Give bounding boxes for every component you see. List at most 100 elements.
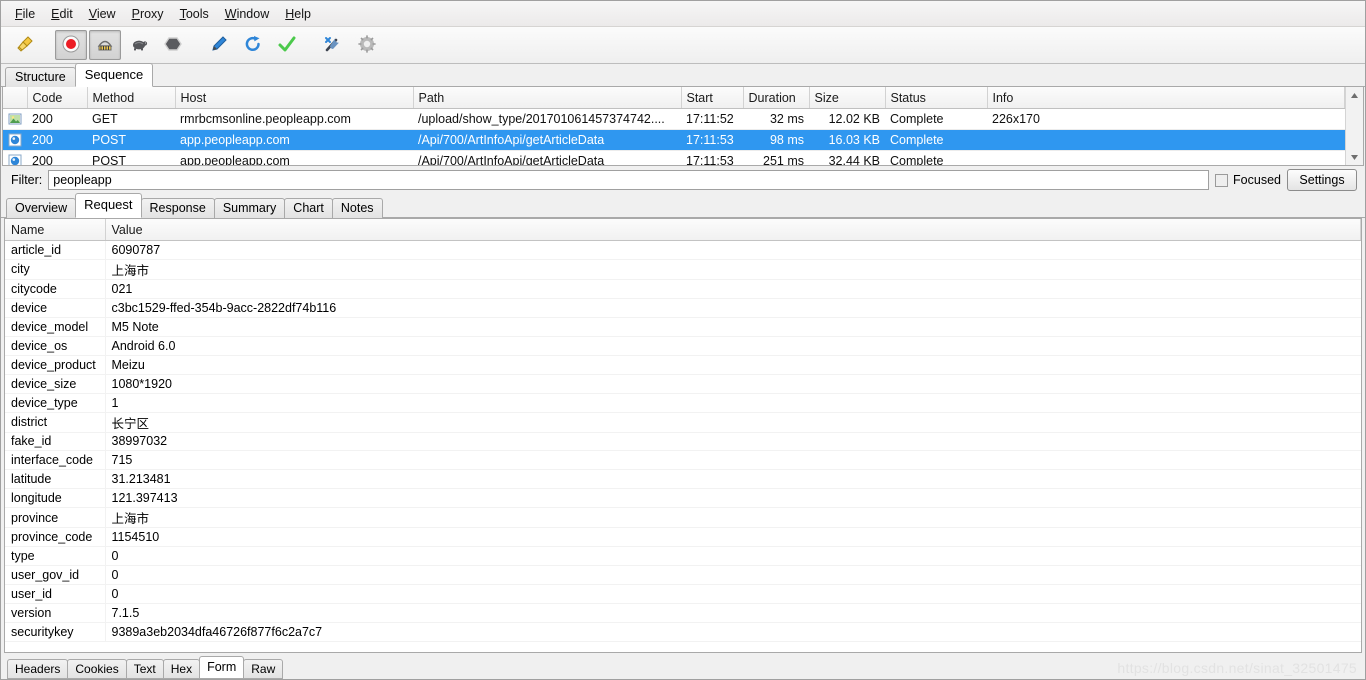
form-cell-name: district	[5, 412, 106, 433]
record-button[interactable]	[55, 30, 87, 60]
tab-hex[interactable]: Hex	[162, 659, 201, 679]
tab-cookies[interactable]: Cookies	[67, 659, 127, 679]
form-row[interactable]: device_model M5 Note	[5, 317, 1361, 337]
filter-input[interactable]	[48, 170, 1210, 190]
session-col-path[interactable]: Path	[413, 87, 682, 109]
menu-item-tools[interactable]: Tools	[172, 4, 217, 24]
session-col-size[interactable]: Size	[809, 87, 886, 109]
form-row[interactable]: type 0	[5, 546, 1361, 567]
session-cell-path: /Api/700/ArtInfoApi/getArticleData	[413, 150, 681, 165]
menu-bar: File Edit View Proxy Tools Window Help	[1, 1, 1365, 27]
form-row[interactable]: province_code 1154510	[5, 527, 1361, 548]
form-row[interactable]: securitykey 9389a3eb2034dfa46726f877f6c2a…	[5, 622, 1361, 642]
form-row[interactable]: device_product Meizu	[5, 355, 1361, 375]
tab-summary[interactable]: Summary	[213, 198, 286, 218]
form-row[interactable]: fake_id 38997032	[5, 432, 1361, 452]
form-row[interactable]: version 7.1.5	[5, 603, 1361, 623]
form-row[interactable]: device_os Android 6.0	[5, 336, 1361, 356]
clear-session-button[interactable]	[9, 30, 41, 60]
form-row[interactable]: interface_code 715	[5, 450, 1361, 471]
settings-button-filter[interactable]: Settings	[1287, 169, 1357, 191]
form-cell-value: 0	[105, 546, 1361, 567]
form-row[interactable]: device c3bc1529-ffed-354b-9acc-2822df74b1…	[5, 298, 1361, 318]
tab-overview[interactable]: Overview	[6, 198, 77, 218]
session-col-info[interactable]: Info	[987, 87, 1345, 109]
tab-structure[interactable]: Structure	[5, 67, 76, 87]
session-row[interactable]: 200 GET rmrbcmsonline.peopleapp.com/upload…	[3, 108, 1345, 130]
form-cell-value: 1	[105, 393, 1361, 413]
clear-session-icon	[15, 34, 35, 57]
throttle-button[interactable]	[123, 30, 155, 60]
session-col-start[interactable]: Start	[681, 87, 744, 109]
tab-form[interactable]: Form	[199, 656, 245, 679]
form-row[interactable]: province 上海市	[5, 507, 1361, 529]
menu-item-file[interactable]: File	[7, 4, 43, 24]
throttle-settings-button[interactable]	[89, 30, 121, 60]
form-row[interactable]: article_id 6090787	[5, 240, 1361, 260]
form-cell-value: 上海市	[105, 259, 1361, 280]
tab-response[interactable]: Response	[140, 198, 215, 218]
form-row[interactable]: city 上海市	[5, 259, 1361, 280]
session-col-host[interactable]: Host	[175, 87, 414, 109]
repeat-button[interactable]	[237, 30, 269, 60]
session-list-scrollbar[interactable]	[1345, 87, 1363, 165]
form-cell-name: citycode	[5, 279, 106, 299]
tab-headers[interactable]: Headers	[7, 659, 69, 679]
throttle-settings-icon	[95, 34, 115, 57]
session-col-status[interactable]: Status	[885, 87, 988, 109]
form-row[interactable]: district 长宁区	[5, 412, 1361, 433]
form-cell-name: device	[5, 298, 106, 318]
focused-checkbox-group[interactable]: Focused	[1215, 173, 1281, 187]
validate-button[interactable]	[271, 30, 303, 60]
form-row[interactable]: user_gov_id 0	[5, 565, 1361, 586]
form-row[interactable]: citycode 021	[5, 279, 1361, 299]
form-cell-name: type	[5, 546, 106, 567]
form-cell-name: latitude	[5, 469, 106, 490]
form-cell-value: 021	[105, 279, 1361, 299]
form-row[interactable]: user_id 0	[5, 584, 1361, 604]
session-cell-host: rmrbcmsonline.peopleapp.com	[175, 108, 413, 130]
focused-checkbox[interactable]	[1215, 173, 1229, 187]
form-cell-value: 上海市	[105, 507, 1361, 529]
scroll-down-arrow-icon[interactable]	[1347, 149, 1362, 165]
session-cell-status: Complete	[885, 150, 987, 165]
session-col-icon[interactable]	[3, 87, 28, 109]
form-row[interactable]: device_type 1	[5, 393, 1361, 413]
session-col-method[interactable]: Method	[87, 87, 176, 109]
session-cell-size: 32.44 KB	[809, 150, 885, 165]
session-list[interactable]: Code Method Host Path Start Duration Size Statu…	[3, 87, 1345, 165]
scroll-up-arrow-icon[interactable]	[1347, 87, 1362, 103]
form-cell-value: 0	[105, 584, 1361, 604]
tab-text[interactable]: Text	[125, 659, 164, 679]
request-form-panel: Name Value article_id 6090787 city 上海市 cityco…	[4, 218, 1362, 653]
session-cell-start: 17:11:53	[681, 129, 743, 151]
breakpoints-button[interactable]	[157, 30, 189, 60]
form-row[interactable]: device_size 1080*1920	[5, 374, 1361, 394]
settings-button[interactable]	[351, 30, 383, 60]
detail-tab-bar: Overview Request Response Summary Chart Notes	[1, 193, 1365, 218]
tab-sequence[interactable]: Sequence	[74, 63, 154, 87]
menu-item-help[interactable]: Help	[277, 4, 319, 24]
session-col-duration[interactable]: Duration	[743, 87, 810, 109]
session-row[interactable]: 200 POST app.peopleapp.com/Api/700/ArtInfo…	[3, 150, 1345, 165]
form-col-name[interactable]: Name	[5, 219, 106, 241]
form-cell-value: Meizu	[105, 355, 1361, 375]
session-cell-host: app.peopleapp.com	[175, 129, 413, 151]
compose-button[interactable]	[203, 30, 235, 60]
session-table-header: Code Method Host Path Start Duration Size Statu…	[3, 87, 1345, 109]
tools-button[interactable]	[317, 30, 349, 60]
session-col-code[interactable]: Code	[27, 87, 88, 109]
tab-request[interactable]: Request	[75, 193, 142, 218]
form-row[interactable]: longitude 121.397413	[5, 488, 1361, 509]
menu-item-edit[interactable]: Edit	[43, 4, 81, 24]
tab-raw[interactable]: Raw	[243, 659, 284, 679]
menu-item-window[interactable]: Window	[217, 4, 277, 24]
toolbar	[1, 27, 1365, 64]
tab-notes[interactable]: Notes	[331, 198, 383, 218]
menu-item-proxy[interactable]: Proxy	[124, 4, 172, 24]
menu-item-view[interactable]: View	[81, 4, 124, 24]
form-col-value[interactable]: Value	[105, 219, 1361, 241]
tab-chart[interactable]: Chart	[284, 198, 333, 218]
session-row[interactable]: 200 POST app.peopleapp.com/Api/700/ArtInfo…	[3, 129, 1345, 151]
form-row[interactable]: latitude 31.213481	[5, 469, 1361, 490]
